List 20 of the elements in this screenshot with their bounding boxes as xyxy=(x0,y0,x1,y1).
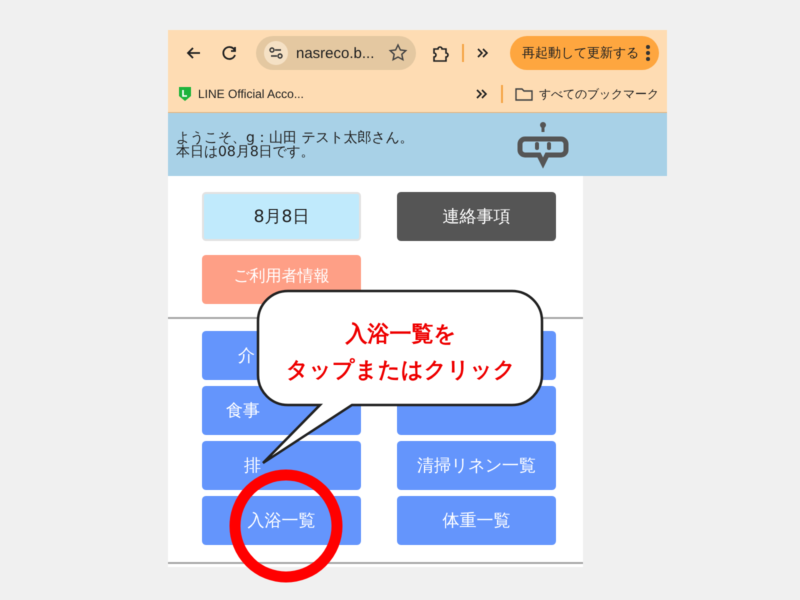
all-bookmarks-button[interactable]: すべてのブックマーク xyxy=(515,86,659,102)
bookmark[interactable]: LINE Official Acco... xyxy=(178,86,304,102)
callout-text: 入浴一覧を xyxy=(344,320,458,349)
robot-icon[interactable] xyxy=(517,120,569,168)
address-bar[interactable]: nasreco.b... xyxy=(256,36,416,70)
url-text: nasreco.b... xyxy=(296,44,374,62)
update-button[interactable]: 再起動して更新する xyxy=(510,36,659,70)
shield-icon xyxy=(178,86,192,102)
welcome-text: ようこそ、g：山田 テスト太郎さん。 xyxy=(176,130,414,144)
more-icon[interactable] xyxy=(645,44,651,62)
chevrons-icon[interactable] xyxy=(475,87,489,101)
puzzle-icon[interactable] xyxy=(430,43,450,63)
date-text: 本日は08月8日です。 xyxy=(176,144,316,158)
notice-button[interactable]: 連絡事項 xyxy=(397,192,556,241)
site-settings-icon[interactable] xyxy=(264,41,288,65)
folder-icon xyxy=(515,87,533,101)
star-icon[interactable] xyxy=(388,43,408,63)
chevrons-icon[interactable] xyxy=(476,46,490,60)
callout-text: タップまたはクリック xyxy=(285,356,517,385)
date-button[interactable]: 8月8日 xyxy=(202,192,361,241)
